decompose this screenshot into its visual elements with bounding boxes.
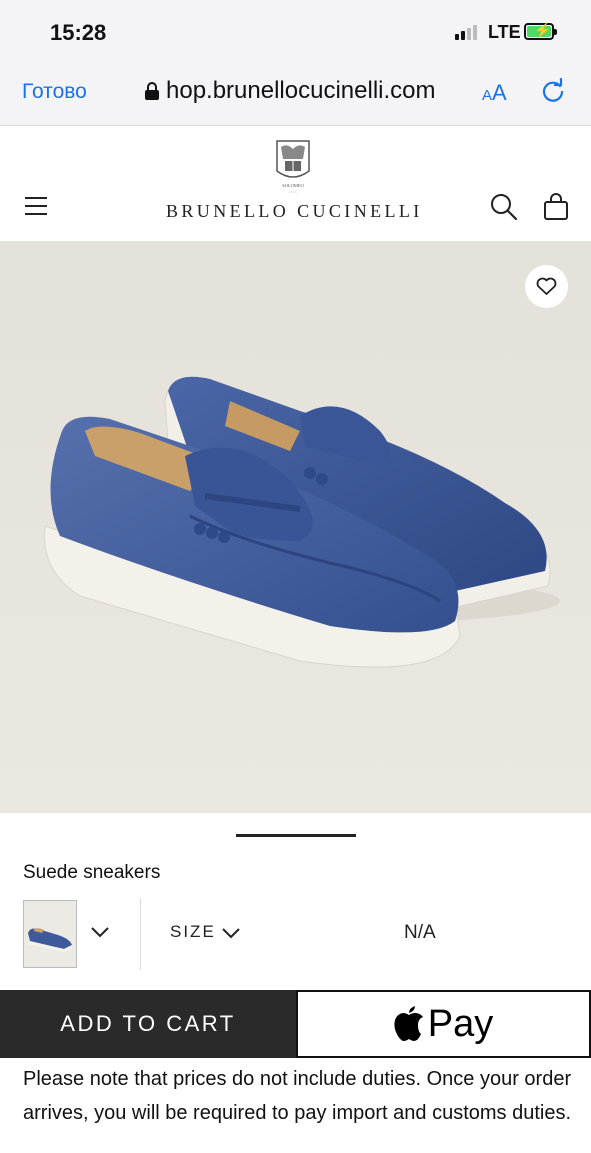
product-image[interactable] — [0, 241, 591, 813]
status-bar: 15:28 LTE ⚡ — [0, 0, 591, 60]
reload-icon[interactable] — [540, 78, 566, 104]
add-to-cart-button[interactable]: ADD TO CART — [0, 990, 296, 1058]
site-header: SOLOMEO ~~~~ BRUNELLO CUCINELLI — [0, 127, 591, 241]
done-button[interactable]: Готово — [22, 80, 87, 104]
color-variant-thumbnail[interactable] — [23, 900, 77, 968]
text-size-button[interactable]: AA — [482, 80, 507, 106]
bag-icon[interactable] — [543, 193, 569, 221]
brand-name[interactable]: BRUNELLO CUCINELLI — [166, 201, 423, 222]
duties-notice: Please note that prices do not include d… — [23, 1068, 572, 1124]
svg-text:~~~~: ~~~~ — [289, 190, 297, 194]
search-icon[interactable] — [490, 193, 518, 221]
add-to-cart-label: ADD TO CART — [60, 1011, 236, 1036]
size-value: N/A — [404, 922, 436, 943]
battery-icon: ⚡ — [524, 22, 557, 40]
brand-crest-logo[interactable]: SOLOMEO ~~~~ — [273, 137, 313, 195]
crest-text: SOLOMEO — [282, 183, 305, 188]
size-selector-label[interactable]: SIZE — [170, 922, 216, 942]
browser-toolbar: Готово hop.brunellocucinelli.com AA — [0, 60, 591, 126]
menu-icon[interactable] — [25, 197, 47, 215]
apple-logo-icon — [394, 1006, 423, 1041]
text-size-label: A — [492, 80, 507, 105]
product-title: Suede sneakers — [23, 862, 161, 883]
lock-icon — [145, 82, 159, 100]
status-time: 15:28 — [50, 20, 107, 45]
variant-shoe-image — [28, 928, 72, 952]
network-type: LTE — [488, 22, 521, 42]
shoe-illustration — [43, 376, 560, 668]
heart-icon — [536, 277, 557, 295]
carousel-indicator[interactable] — [236, 834, 356, 837]
apple-pay-button[interactable]: Pay — [296, 990, 591, 1058]
address-bar-url[interactable]: hop.brunellocucinelli.com — [166, 77, 435, 105]
chevron-down-icon[interactable] — [90, 925, 110, 939]
favorite-button[interactable] — [525, 265, 568, 308]
apple-pay-label: Pay — [427, 1002, 494, 1045]
divider — [140, 898, 141, 970]
signal-icon — [455, 24, 485, 40]
chevron-down-icon[interactable] — [221, 926, 241, 940]
